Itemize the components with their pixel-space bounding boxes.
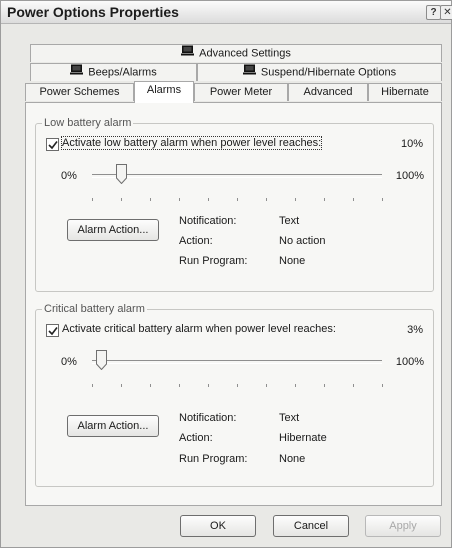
slider-tick xyxy=(324,384,325,387)
tab-beeps-alarms[interactable]: Beeps/Alarms xyxy=(30,63,197,81)
low-battery-slider-min-label: 0% xyxy=(61,170,77,182)
slider-tick xyxy=(92,384,93,387)
laptop-icon xyxy=(70,64,84,81)
tab-label: Advanced xyxy=(303,86,353,98)
checkmark-icon xyxy=(48,141,58,150)
slider-tick xyxy=(382,198,383,201)
critical-battery-group-title: Critical battery alarm xyxy=(42,303,147,315)
slider-tick xyxy=(266,384,267,387)
low-action-value: No action xyxy=(279,235,326,247)
slider-tick xyxy=(324,198,325,201)
slider-tick xyxy=(237,198,238,201)
close-button[interactable]: ✕ xyxy=(440,5,452,20)
low-battery-checkbox[interactable] xyxy=(46,138,59,151)
critical-battery-checkbox[interactable] xyxy=(46,324,59,337)
low-battery-checkbox-label[interactable]: Activate low battery alarm when power le… xyxy=(60,136,323,150)
critical-run-program-value: None xyxy=(279,453,306,465)
checkmark-icon xyxy=(48,327,58,336)
help-icon: ? xyxy=(430,7,437,18)
alarms-panel: Low battery alarm Activate low battery a… xyxy=(25,102,442,506)
title-bar[interactable]: Power Options Properties ? ✕ xyxy=(1,1,452,24)
slider-tick xyxy=(179,198,180,201)
ok-button[interactable]: OK xyxy=(180,515,256,537)
tab-label: Suspend/Hibernate Options xyxy=(260,66,397,79)
critical-battery-group: Critical battery alarm Activate critical… xyxy=(35,303,434,487)
laptop-icon xyxy=(181,45,195,62)
critical-run-program-label: Run Program: xyxy=(179,453,248,465)
critical-battery-slider-thumb[interactable] xyxy=(96,350,107,373)
low-battery-group: Low battery alarm Activate low battery a… xyxy=(35,117,434,292)
low-battery-slider-track[interactable] xyxy=(92,174,382,178)
low-action-label: Action: xyxy=(179,235,213,247)
power-options-dialog: Power Options Properties ? ✕ Advanced Se… xyxy=(0,0,452,548)
low-battery-slider-thumb[interactable] xyxy=(116,164,127,187)
tab-label: Power Meter xyxy=(209,86,273,98)
critical-action-label: Action: xyxy=(179,432,213,444)
slider-tick xyxy=(121,384,122,387)
tab-advanced-settings[interactable]: Advanced Settings xyxy=(30,44,442,62)
critical-battery-checkbox-label[interactable]: Activate critical battery alarm when pow… xyxy=(62,323,336,335)
slider-tick xyxy=(179,384,180,387)
critical-battery-slider-track[interactable] xyxy=(92,360,382,364)
low-battery-group-title: Low battery alarm xyxy=(42,117,134,129)
low-battery-slider-max-label: 100% xyxy=(395,170,424,182)
slider-tick xyxy=(121,198,122,201)
close-icon: ✕ xyxy=(443,7,452,18)
window-title: Power Options Properties xyxy=(7,4,179,20)
low-notification-value: Text xyxy=(279,215,300,227)
tab-label: Power Schemes xyxy=(39,86,120,98)
critical-battery-slider-min-label: 0% xyxy=(61,356,77,368)
tab-suspend-hibernate[interactable]: Suspend/Hibernate Options xyxy=(197,63,442,81)
slider-tick xyxy=(295,384,296,387)
tab-label: Hibernate xyxy=(381,86,429,98)
tab-power-meter[interactable]: Power Meter xyxy=(194,83,288,101)
help-button[interactable]: ? xyxy=(426,5,441,20)
apply-button[interactable]: Apply xyxy=(365,515,441,537)
slider-tick xyxy=(266,198,267,201)
low-battery-alarm-action-button[interactable]: Alarm Action... xyxy=(67,219,159,241)
critical-battery-slider-max-label: 100% xyxy=(395,356,424,368)
low-run-program-label: Run Program: xyxy=(179,255,248,267)
slider-tick xyxy=(150,198,151,201)
cancel-button[interactable]: Cancel xyxy=(273,515,349,537)
slider-tick xyxy=(92,198,93,201)
low-run-program-value: None xyxy=(279,255,306,267)
low-notification-label: Notification: xyxy=(179,215,237,227)
slider-tick xyxy=(353,384,354,387)
critical-battery-level-value: 3% xyxy=(407,324,423,336)
laptop-icon xyxy=(242,64,256,81)
critical-action-value: Hibernate xyxy=(279,432,327,444)
tab-advanced[interactable]: Advanced xyxy=(288,83,368,101)
low-battery-level-value: 10% xyxy=(400,138,423,150)
slider-tick xyxy=(150,384,151,387)
critical-notification-value: Text xyxy=(279,412,300,424)
slider-tick xyxy=(237,384,238,387)
critical-battery-alarm-action-button[interactable]: Alarm Action... xyxy=(67,415,159,437)
slider-tick xyxy=(208,384,209,387)
slider-tick xyxy=(208,198,209,201)
slider-tick xyxy=(295,198,296,201)
slider-tick xyxy=(382,384,383,387)
tab-label: Alarms xyxy=(146,84,182,96)
tab-label: Advanced Settings xyxy=(199,47,291,60)
tab-power-schemes[interactable]: Power Schemes xyxy=(25,83,134,101)
tab-hibernate[interactable]: Hibernate xyxy=(368,83,442,101)
tab-alarms[interactable]: Alarms xyxy=(134,81,194,103)
slider-tick xyxy=(353,198,354,201)
tab-label: Beeps/Alarms xyxy=(88,66,157,79)
critical-notification-label: Notification: xyxy=(179,412,237,424)
